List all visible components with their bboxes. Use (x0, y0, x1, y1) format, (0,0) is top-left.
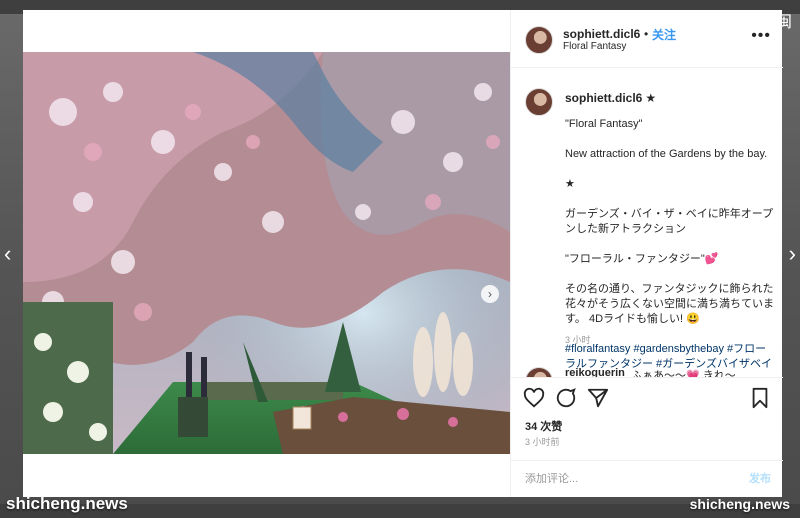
caption-line: "フローラル・ファンタジー"💕 (565, 253, 719, 265)
photo-next-button[interactable]: › (481, 285, 499, 303)
comment-icon[interactable] (555, 387, 577, 409)
post-username[interactable]: sophiett.dicl6 (563, 27, 640, 41)
watermark-right: shicheng.news (689, 496, 790, 512)
caption-area: sophiett.dicl6 ★ "Floral Fantasy" New att… (511, 68, 783, 368)
separator-dot: • (644, 27, 649, 41)
comment-text: ふぁあ〜〜💗 きれ〜 (631, 370, 736, 377)
post-actions: 34 次赞 3 小时前 (511, 377, 783, 448)
post-sidebar: sophiett.dicl6 • 关注 Floral Fantasy ••• s… (510, 10, 783, 497)
prev-post-arrow-icon[interactable]: ‹ (4, 243, 11, 265)
heart-icon[interactable] (523, 387, 545, 409)
post-comment-button[interactable]: 发布 (749, 470, 771, 486)
caption-line: "Floral Fantasy" (565, 118, 643, 130)
more-options-icon[interactable]: ••• (751, 27, 771, 45)
add-comment-input[interactable]: 添加评论... (525, 470, 578, 486)
caption-line: ガーデンズ・バイ・ザ・ベイに昨年オープンした新アトラクション (565, 208, 774, 235)
avatar[interactable] (525, 88, 553, 116)
next-post-arrow-icon[interactable]: › (789, 243, 796, 265)
comment-item: reikoguerin ふぁあ〜〜💗 きれ〜 (511, 367, 783, 377)
avatar[interactable] (525, 367, 553, 377)
post-photo: › (23, 52, 510, 454)
caption-text: "Floral Fantasy" New attraction of the G… (565, 102, 775, 368)
post-location[interactable]: Floral Fantasy (563, 41, 626, 52)
comment-username[interactable]: reikoguerin (565, 367, 625, 377)
caption-hashtags[interactable]: #floralfantasy #gardensbythebay #フローラルファ… (565, 342, 775, 368)
likes-count[interactable]: 34 次赞 (525, 418, 562, 434)
watermark-left: shicheng.news (6, 494, 128, 513)
caption-line: New attraction of the Gardens by the bay… (565, 148, 768, 160)
avatar[interactable] (525, 26, 553, 54)
post-header: sophiett.dicl6 • 关注 Floral Fantasy ••• (511, 10, 783, 68)
post-timestamp: 3 小时前 (525, 437, 560, 447)
bookmark-icon[interactable] (749, 387, 771, 409)
post-modal: › sophiett.dicl6 • 关注 Floral Fantasy •••… (23, 10, 783, 497)
caption-line: その名の通り、ファンタジックに飾られた花々がそう広くない空間に満ち満ちています。… (565, 283, 774, 325)
floral-tunnel-image (23, 52, 510, 454)
follow-button[interactable]: 关注 (652, 26, 676, 43)
add-comment-bar: 添加评论... 发布 (511, 460, 783, 498)
share-icon[interactable] (587, 387, 609, 409)
caption-timestamp: 3 小时 (565, 335, 591, 345)
caption-line: ★ (565, 178, 575, 190)
